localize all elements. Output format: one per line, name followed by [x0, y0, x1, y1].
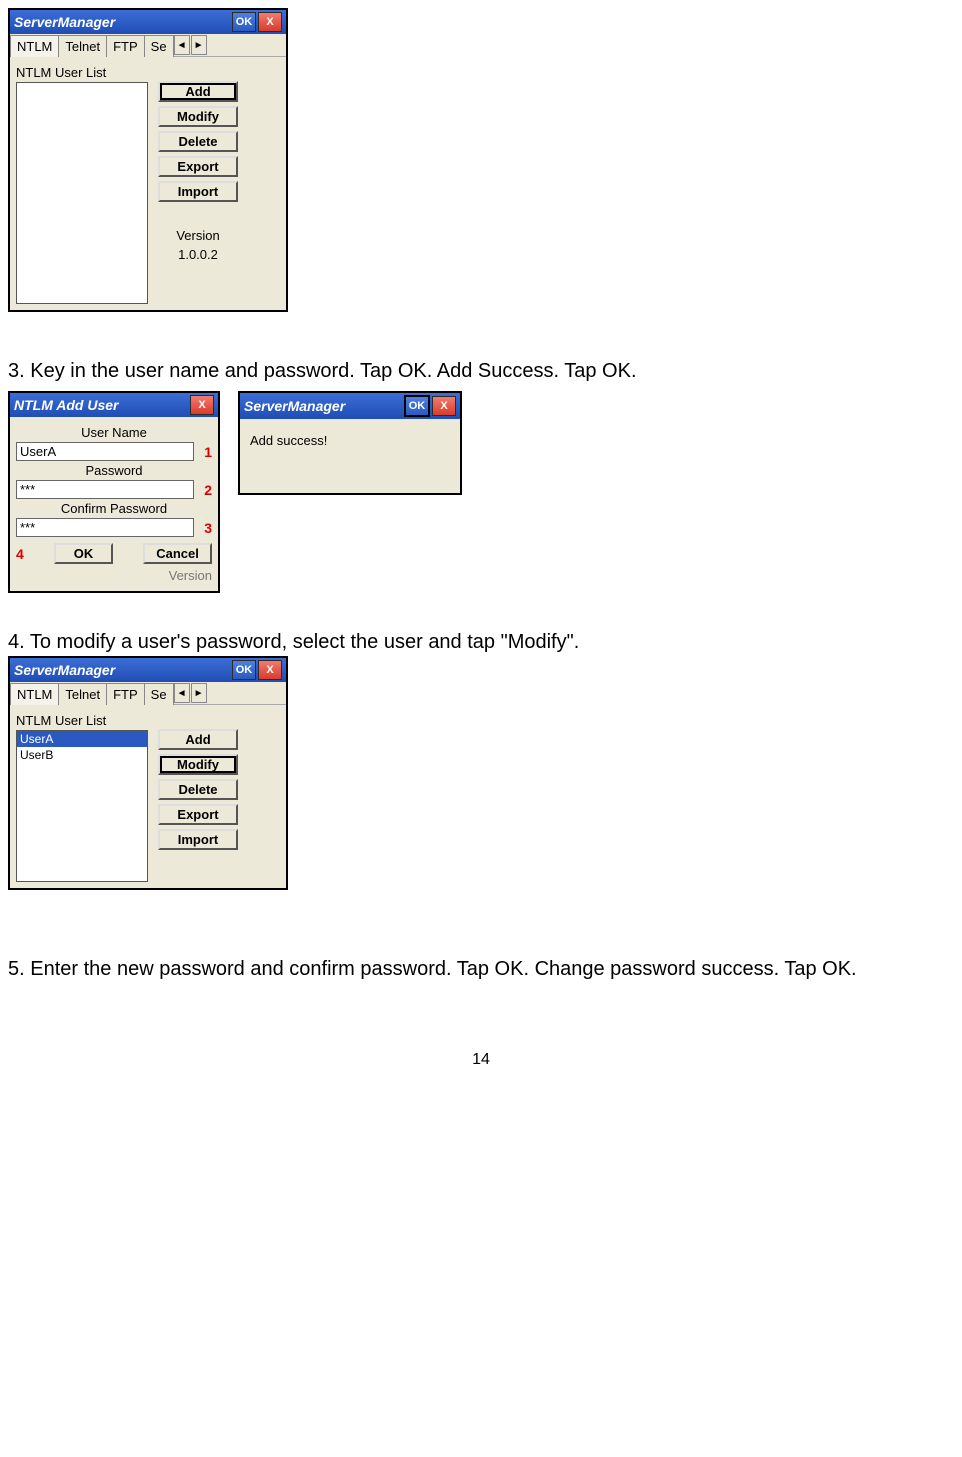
page-number: 14	[8, 1051, 954, 1069]
titlebar-ok-button[interactable]: OK	[232, 12, 256, 32]
tab-row: NTLM Telnet FTP Se ◄ ►	[10, 34, 286, 57]
tab-ntlm[interactable]: NTLM	[10, 35, 59, 57]
tab-se[interactable]: Se	[144, 35, 174, 57]
ntlm-user-list[interactable]: UserA UserB	[16, 730, 148, 882]
figure-add-success-dialog: ServerManager OK X Add success!	[238, 391, 462, 495]
titlebar-ok-button[interactable]: OK	[232, 660, 256, 680]
add-button[interactable]: Add	[158, 729, 238, 750]
success-message: Add success!	[246, 425, 454, 456]
modify-button[interactable]: Modify	[158, 754, 238, 775]
window-title: ServerManager	[244, 398, 345, 414]
version-value: 1.0.0.2	[158, 245, 238, 264]
export-button[interactable]: Export	[158, 156, 238, 177]
callout-2: 2	[204, 482, 212, 498]
close-icon[interactable]: X	[258, 660, 282, 680]
window-title: ServerManager	[14, 14, 115, 30]
list-item[interactable]: UserA	[17, 731, 147, 747]
delete-button[interactable]: Delete	[158, 779, 238, 800]
confirm-password-label: Confirm Password	[16, 499, 212, 518]
ntlm-list-label: NTLM User List	[16, 711, 148, 730]
close-icon[interactable]: X	[432, 396, 456, 416]
username-label: User Name	[16, 423, 212, 442]
list-item[interactable]: UserB	[17, 747, 147, 763]
tab-se[interactable]: Se	[144, 683, 174, 705]
delete-button[interactable]: Delete	[158, 131, 238, 152]
tab-ftp[interactable]: FTP	[106, 683, 145, 705]
tab-scroll-right-icon[interactable]: ►	[191, 35, 207, 55]
tab-ftp[interactable]: FTP	[106, 35, 145, 57]
version-label: Version	[158, 226, 238, 245]
tab-telnet[interactable]: Telnet	[58, 35, 107, 57]
step-5-text: 5. Enter the new password and confirm pa…	[8, 958, 954, 981]
tab-row: NTLM Telnet FTP Se ◄ ►	[10, 682, 286, 705]
figure-servermanager-2: ServerManager OK X NTLM Telnet FTP Se ◄ …	[8, 656, 288, 890]
ok-button[interactable]: OK	[54, 543, 113, 564]
import-button[interactable]: Import	[158, 829, 238, 850]
titlebar: ServerManager OK X	[10, 658, 286, 682]
step-3-text: 3. Key in the user name and password. Ta…	[8, 360, 954, 383]
titlebar: ServerManager OK X	[240, 393, 460, 419]
ntlm-list-label: NTLM User List	[16, 63, 148, 82]
close-icon[interactable]: X	[258, 12, 282, 32]
tab-scroll-right-icon[interactable]: ►	[191, 683, 207, 703]
figure-add-user-dialog: NTLM Add User X User Name UserA 1 Passwo…	[8, 391, 220, 593]
figure-servermanager-1: ServerManager OK X NTLM Telnet FTP Se ◄ …	[8, 8, 288, 312]
modify-button[interactable]: Modify	[158, 106, 238, 127]
titlebar: ServerManager OK X	[10, 10, 286, 34]
window-title: NTLM Add User	[14, 397, 118, 413]
tab-scroll-left-icon[interactable]: ◄	[174, 683, 190, 703]
callout-3: 3	[204, 520, 212, 536]
titlebar-ok-button[interactable]: OK	[404, 395, 430, 417]
step-4-text: 4. To modify a user's password, select t…	[8, 631, 954, 654]
tab-ntlm[interactable]: NTLM	[10, 683, 59, 705]
confirm-password-input[interactable]: ***	[16, 518, 194, 537]
callout-1: 1	[204, 444, 212, 460]
titlebar: NTLM Add User X	[10, 393, 218, 417]
tab-scroll-left-icon[interactable]: ◄	[174, 35, 190, 55]
window-title: ServerManager	[14, 662, 115, 678]
cancel-button[interactable]: Cancel	[143, 543, 212, 564]
password-label: Password	[16, 461, 212, 480]
import-button[interactable]: Import	[158, 181, 238, 202]
password-input[interactable]: ***	[16, 480, 194, 499]
callout-4: 4	[16, 546, 24, 562]
close-icon[interactable]: X	[190, 395, 214, 415]
export-button[interactable]: Export	[158, 804, 238, 825]
ntlm-user-list[interactable]	[16, 82, 148, 304]
tab-telnet[interactable]: Telnet	[58, 683, 107, 705]
version-text: Version	[16, 566, 212, 585]
username-input[interactable]: UserA	[16, 442, 194, 461]
add-button[interactable]: Add	[158, 81, 238, 102]
